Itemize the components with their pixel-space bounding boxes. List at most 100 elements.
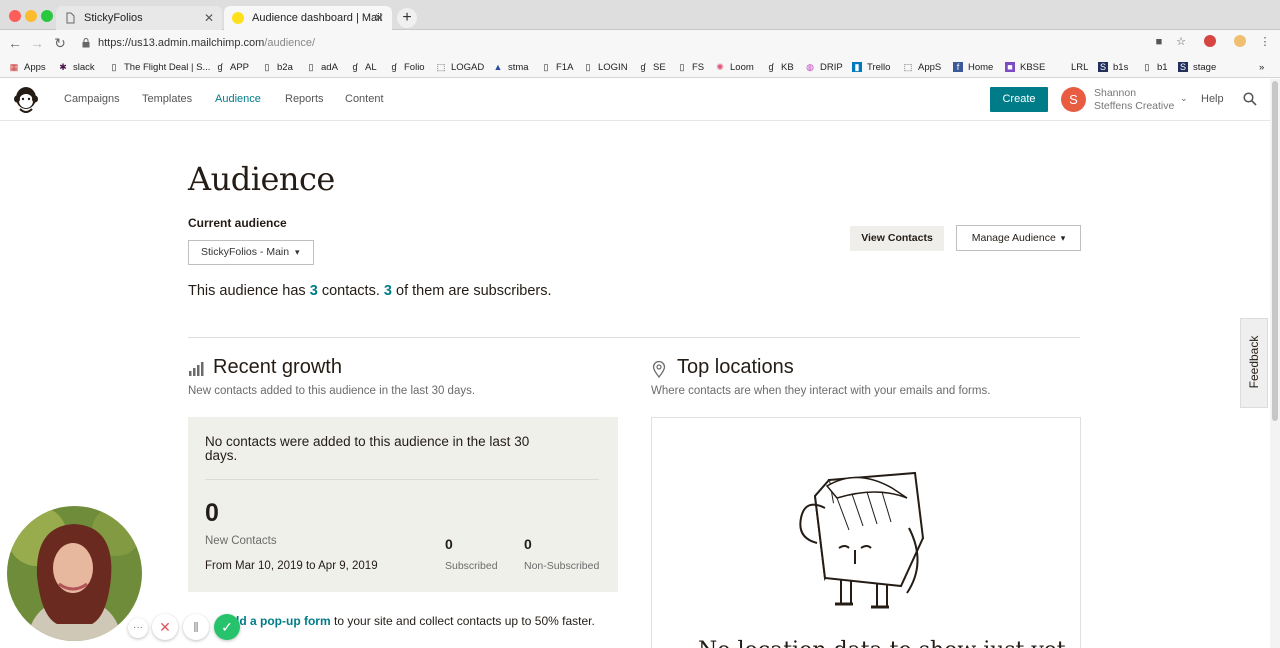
- no-location-data-message: No location data to show just yet: [698, 638, 1066, 648]
- slack-icon: ✱: [59, 62, 67, 72]
- bookmarks-overflow[interactable]: »: [1259, 59, 1264, 75]
- section-divider: [188, 337, 1080, 338]
- nav-reports[interactable]: Reports: [285, 93, 324, 105]
- bookmark-b1[interactable]: ▯ b1: [1142, 59, 1168, 75]
- bookmark-ada[interactable]: ▯ adA: [306, 59, 338, 75]
- help-link[interactable]: Help: [1201, 93, 1224, 105]
- non-subscribed-count: 0: [524, 536, 532, 552]
- browser-menu-icon[interactable]: ⋮: [1258, 35, 1272, 49]
- bookmark-kb[interactable]: ɠ KB: [766, 59, 793, 75]
- nav-audience[interactable]: Audience: [215, 93, 261, 105]
- reload-icon[interactable]: ↻: [51, 34, 69, 52]
- recorder-stop-icon[interactable]: ✕: [152, 614, 178, 640]
- bookmark-loom[interactable]: ✺ Loom: [715, 59, 754, 75]
- maximize-window-dot[interactable]: [41, 10, 53, 22]
- close-window-dot[interactable]: [9, 10, 21, 22]
- page-scrollbar[interactable]: [1270, 79, 1280, 648]
- s-icon: S: [1098, 62, 1108, 72]
- presenter-image: [7, 506, 142, 641]
- camera-icon[interactable]: ■: [1152, 35, 1166, 49]
- close-tab-icon[interactable]: ✕: [204, 11, 214, 25]
- forward-icon[interactable]: →: [28, 34, 46, 52]
- browser-toolbar: ← → ↻ https://us13.admin.mailchimp.com/a…: [0, 30, 1280, 56]
- page-icon: ▯: [585, 62, 591, 72]
- bookmark-se[interactable]: ɠ SE: [638, 59, 665, 75]
- subscribed-count: 0: [445, 536, 453, 552]
- tab-title: StickyFolios: [84, 12, 143, 24]
- close-tab-icon[interactable]: ✕: [374, 11, 384, 25]
- recorder-check-icon[interactable]: ✓: [214, 614, 240, 640]
- avatar[interactable]: S: [1061, 87, 1086, 112]
- user-org: Steffens Creative: [1094, 100, 1175, 112]
- recorder-more-icon[interactable]: ···: [128, 618, 148, 638]
- bar-chart-icon: [188, 361, 204, 377]
- trello-icon: ▮: [852, 62, 862, 72]
- nav-templates[interactable]: Templates: [142, 93, 192, 105]
- back-icon[interactable]: ←: [6, 34, 24, 52]
- bookmark-flight-deal[interactable]: ▯ The Flight Deal | S...: [109, 59, 211, 75]
- bookmark-folio[interactable]: ɠ Folio: [389, 59, 424, 75]
- new-tab-button[interactable]: +: [397, 8, 417, 28]
- nav-content[interactable]: Content: [345, 93, 384, 105]
- bookmark-f1a[interactable]: ▯ F1A: [541, 59, 574, 75]
- chevron-down-icon: ▾: [1060, 233, 1066, 243]
- recorder-pause-icon[interactable]: ‖: [183, 614, 209, 640]
- manage-audience-label: Manage Audience: [971, 232, 1056, 244]
- account-name[interactable]: Shannon Steffens Creative: [1094, 87, 1174, 113]
- top-locations-subtitle: Where contacts are when they interact wi…: [651, 385, 991, 397]
- popup-form-tip: dd a pop-up form to your site and collec…: [232, 614, 595, 628]
- audience-dropdown[interactable]: StickyFolios - Main ▾: [188, 240, 314, 265]
- view-contacts-button[interactable]: View Contacts: [850, 226, 944, 251]
- no-contacts-message: No contacts were added to this audience …: [205, 434, 530, 463]
- minimize-window-dot[interactable]: [25, 10, 37, 22]
- bookmark-apps2[interactable]: ⬚ AppS: [903, 59, 942, 75]
- card-divider: [205, 479, 599, 480]
- bookmark-apps[interactable]: ▦ Apps: [9, 59, 46, 75]
- extension-icon[interactable]: [1203, 35, 1217, 49]
- search-icon[interactable]: [1243, 92, 1257, 106]
- manage-audience-button[interactable]: Manage Audience ▾: [956, 225, 1081, 251]
- address-bar[interactable]: https://us13.admin.mailchimp.com/audienc…: [76, 33, 1148, 53]
- current-audience-label: Current audience: [188, 216, 287, 230]
- url-path: /audience/: [264, 37, 316, 49]
- bookmark-b2a[interactable]: ▯ b2a: [262, 59, 293, 75]
- contacts-count-link[interactable]: 3: [310, 283, 318, 299]
- bookmark-logad[interactable]: ⬚ LOGAD: [436, 59, 485, 75]
- bookmark-home[interactable]: f Home: [953, 59, 993, 75]
- bookmark-g-icon: ɠ: [217, 62, 223, 72]
- drip-icon: ◍: [806, 62, 814, 72]
- dotted-box-icon: ⬚: [436, 62, 446, 72]
- bookmark-al[interactable]: ɠ AL: [350, 59, 376, 75]
- bookmark-app[interactable]: ɠ APP: [215, 59, 249, 75]
- bookmark-fs[interactable]: ▯ FS: [677, 59, 705, 75]
- page-icon: ▯: [1144, 62, 1150, 72]
- bookmark-stage[interactable]: Sstage: [1178, 59, 1216, 75]
- bookmark-login[interactable]: ▯ LOGIN: [583, 59, 628, 75]
- bookmark-stma[interactable]: ▲ stma: [493, 59, 529, 75]
- chevron-down-icon[interactable]: ⌄: [1180, 93, 1188, 104]
- page-icon: ▯: [111, 62, 117, 72]
- bookmark-drip[interactable]: ◍ DRIP: [805, 59, 843, 75]
- subscribers-count-link[interactable]: 3: [384, 283, 392, 299]
- nav-campaigns[interactable]: Campaigns: [64, 93, 120, 105]
- profile-icon[interactable]: [1233, 35, 1247, 49]
- feedback-tab[interactable]: Feedback: [1240, 318, 1268, 408]
- box-character-illustration: [799, 471, 925, 609]
- page-icon: ▯: [679, 62, 685, 72]
- create-button[interactable]: Create: [990, 87, 1048, 112]
- bookmark-b1s[interactable]: Sb1s: [1098, 59, 1128, 75]
- bookmark-star-icon[interactable]: ☆: [1174, 35, 1188, 49]
- bookmark-lrl[interactable]: LRL: [1071, 59, 1088, 75]
- browser-tab-audience[interactable]: Audience dashboard | Mailchim ✕: [224, 6, 392, 30]
- browser-tab-stickyfolios[interactable]: StickyFolios ✕: [56, 6, 222, 30]
- mailchimp-logo-icon[interactable]: [12, 85, 40, 115]
- bookmark-slack[interactable]: ✱ slack: [58, 59, 94, 75]
- bookmark-trello[interactable]: ▮ Trello: [852, 59, 890, 75]
- add-popup-form-link[interactable]: dd a pop-up form: [232, 614, 331, 628]
- new-contacts-count: 0: [205, 499, 219, 527]
- scrollbar-thumb[interactable]: [1272, 81, 1278, 421]
- webcam-bubble[interactable]: [7, 506, 142, 641]
- browser-tabstrip: StickyFolios ✕ Audience dashboard | Mail…: [0, 0, 1280, 30]
- bookmark-kbse[interactable]: ■ KBSE: [1005, 59, 1045, 75]
- dotted-box-icon: ⬚: [903, 62, 913, 72]
